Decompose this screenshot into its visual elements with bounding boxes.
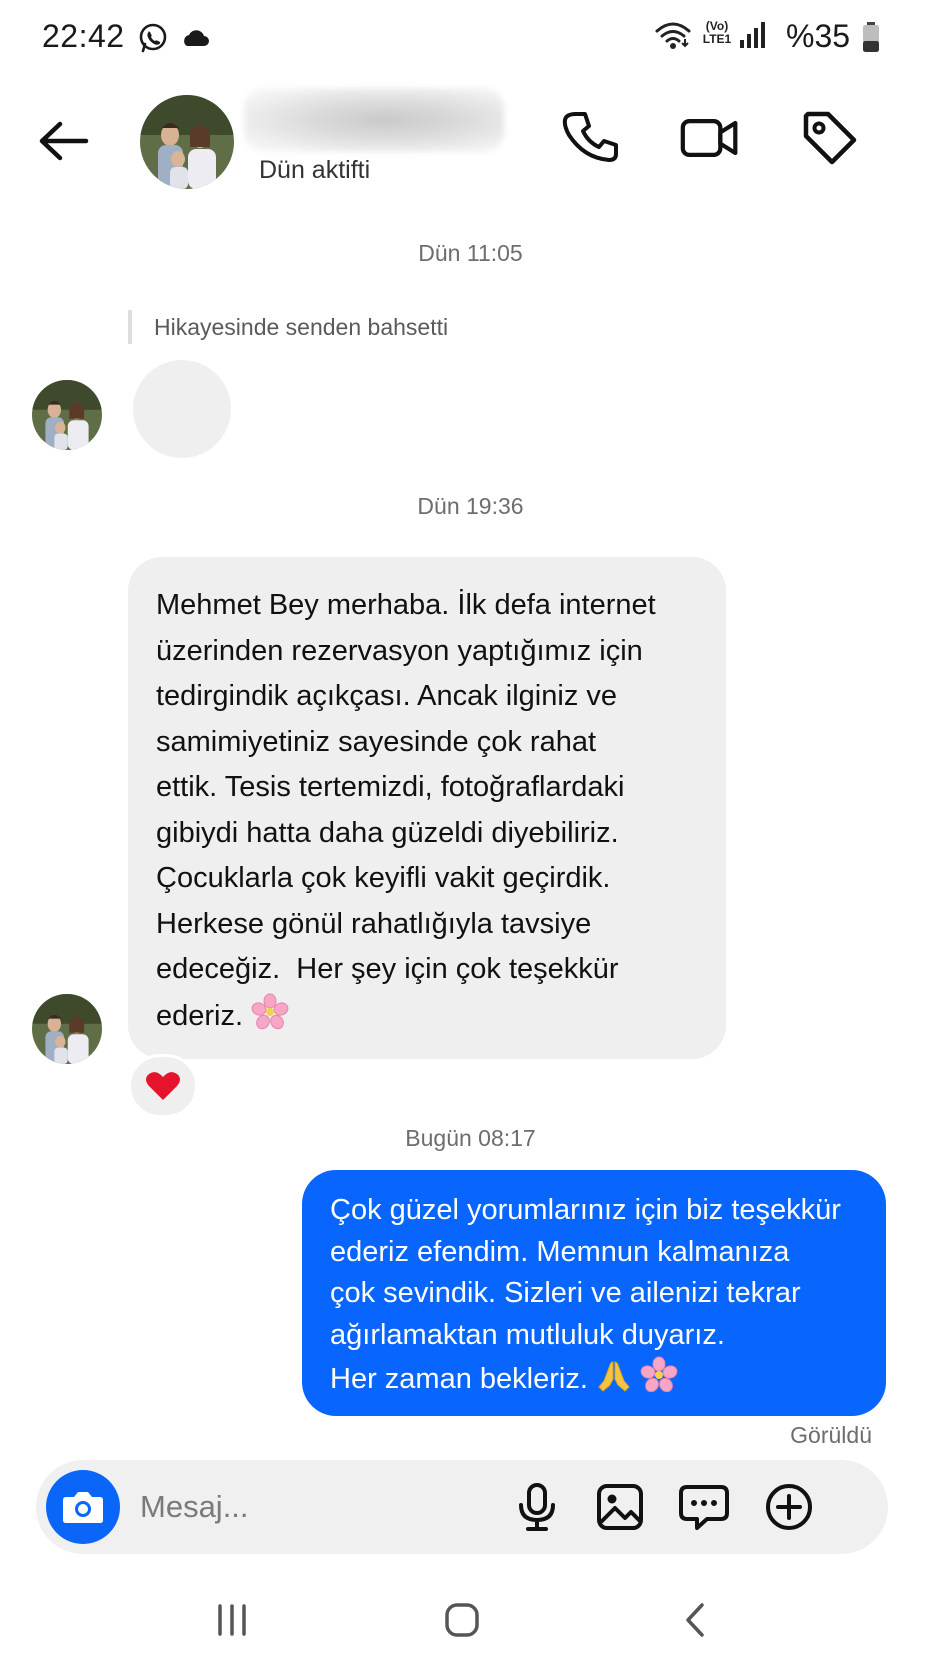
cherry-blossom-icon <box>640 1356 678 1393</box>
incoming-message-bubble[interactable]: Mehmet Bey merhaba. İlk defa internet üz… <box>128 557 726 1059</box>
seen-receipt: Görüldü <box>790 1422 872 1448</box>
story-thumbnail[interactable] <box>133 360 231 458</box>
message-line-last: Her zaman bekleriz. <box>330 1356 866 1401</box>
home-icon[interactable] <box>432 1590 492 1650</box>
message-line: Her zaman bekleriz. <box>330 1363 588 1395</box>
message-line: edeceğiz. Her şey için çok teşekkür <box>156 953 619 985</box>
sender-avatar[interactable] <box>32 380 102 450</box>
message-line-last: ederiz. <box>156 993 702 1040</box>
message-line: ettik. Tesis tertemizdi, fotoğraflardaki <box>156 771 625 803</box>
message-line: ağırlamaktan mutluluk duyarız. <box>330 1318 725 1351</box>
timestamp-separator: Dün 11:05 <box>418 240 523 266</box>
microphone-icon[interactable] <box>510 1480 564 1534</box>
contact-name-blurred[interactable] <box>244 88 504 152</box>
gallery-icon[interactable] <box>593 1480 647 1534</box>
timestamp-separator: Bugün 08:17 <box>405 1125 536 1151</box>
system-nav-bar <box>0 1570 941 1672</box>
message-input[interactable] <box>140 1482 540 1532</box>
status-bar: 22:42 (Vo) LTE1 %35 <box>0 0 941 78</box>
family-photo-icon <box>32 994 102 1064</box>
contact-avatar[interactable] <box>140 95 234 189</box>
tag-icon[interactable] <box>800 108 860 168</box>
video-call-icon[interactable] <box>680 108 740 168</box>
message-line: Çok güzel yorumlarınız için biz teşekkür <box>330 1194 841 1226</box>
message-line: Herkese gönül rahatlığıyla tavsiye <box>156 907 592 940</box>
back-nav-icon[interactable] <box>666 1590 726 1650</box>
cherry-blossom-icon <box>251 993 289 1029</box>
sticker-chat-icon[interactable] <box>677 1480 731 1534</box>
message-line: gibiydi hatta daha güzeldi diyebiliriz. <box>156 816 619 849</box>
volte-indicator: (Vo) LTE1 <box>702 19 732 46</box>
recent-apps-icon[interactable] <box>202 1590 262 1650</box>
message-line: ederiz efendim. Memnun kalmanıza <box>330 1235 790 1268</box>
message-reaction[interactable] <box>128 1054 198 1118</box>
chat-header: Dün aktifti <box>0 80 941 200</box>
battery-icon <box>863 22 879 52</box>
camera-button[interactable] <box>46 1470 120 1544</box>
add-circle-icon[interactable] <box>762 1480 816 1534</box>
timestamp-separator: Dün 19:36 <box>417 493 524 519</box>
family-photo-icon <box>32 380 102 450</box>
signal-icon <box>740 22 765 48</box>
phone-icon[interactable] <box>562 108 622 168</box>
message-line: samimiyetiniz sayesinde çok rahat <box>156 725 597 758</box>
message-line: Çocuklarla çok keyifli vakit geçirdik. <box>156 862 611 894</box>
message-line: Mehmet Bey merhaba. İlk defa internet <box>156 589 656 621</box>
message-line: çok sevindik. Sizleri ve ailenizi tekrar <box>330 1277 801 1309</box>
whatsapp-icon <box>139 23 167 53</box>
outgoing-message-bubble[interactable]: Çok güzel yorumlarınız için biz teşekkür… <box>302 1170 886 1416</box>
message-line: üzerinden rezervasyon yaptığımız için <box>156 634 643 667</box>
sender-avatar[interactable] <box>32 994 102 1064</box>
cloud-icon <box>184 30 209 46</box>
status-time: 22:42 <box>42 18 125 54</box>
camera-icon <box>63 1492 103 1523</box>
folded-hands-icon <box>598 1361 630 1392</box>
family-photo-icon <box>140 95 234 189</box>
message-line: ederiz. <box>156 999 244 1032</box>
battery-percentage: %35 <box>786 18 851 54</box>
red-heart-icon <box>146 1072 180 1100</box>
story-mention-label: Hikayesinde senden bahsetti <box>128 310 448 344</box>
message-line: tedirgindik açıkçası. Ancak ilginiz ve <box>156 680 617 712</box>
message-composer <box>36 1460 888 1554</box>
wifi-icon <box>655 22 691 49</box>
contact-status: Dün aktifti <box>259 156 371 184</box>
back-arrow-icon[interactable] <box>34 116 94 166</box>
